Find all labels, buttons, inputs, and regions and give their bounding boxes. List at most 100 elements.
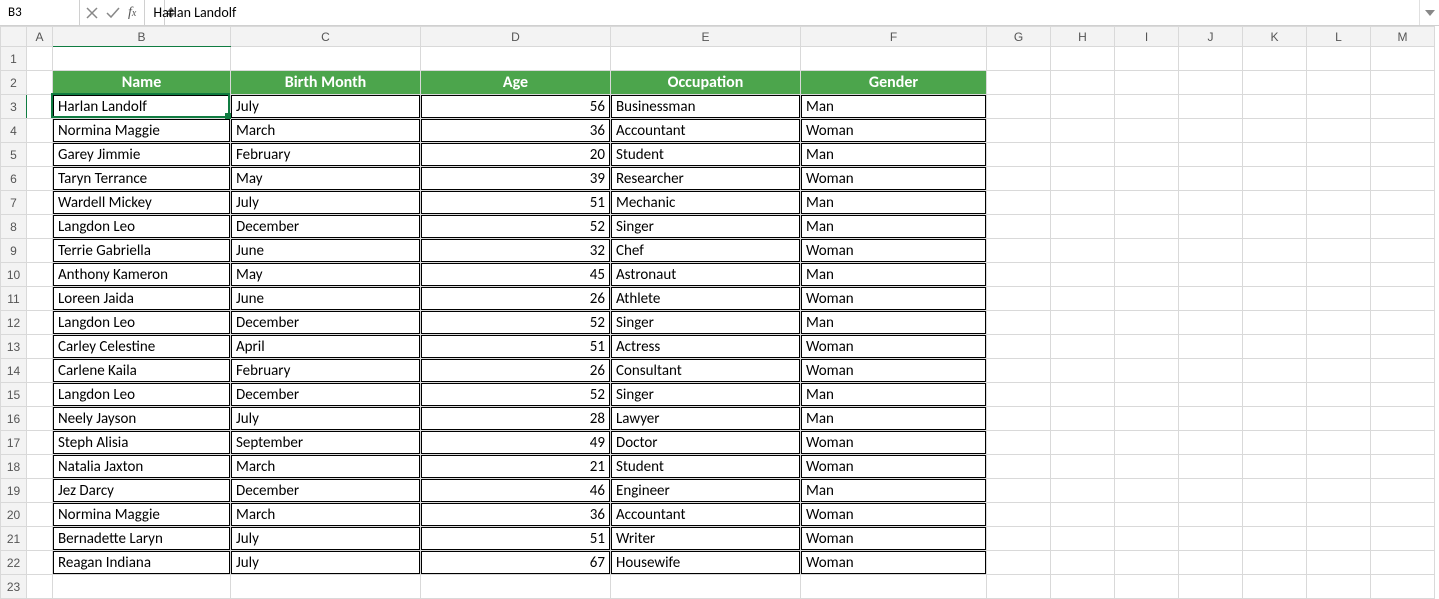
cell-F10[interactable]: Man xyxy=(801,263,987,287)
cell-L18[interactable] xyxy=(1307,455,1371,479)
cell-K17[interactable] xyxy=(1243,431,1307,455)
cell-D9[interactable]: 32 xyxy=(421,239,611,263)
row-header-22[interactable]: 22 xyxy=(1,551,27,575)
cell-M20[interactable] xyxy=(1371,503,1435,527)
cell-H11[interactable] xyxy=(1051,287,1115,311)
cell-H19[interactable] xyxy=(1051,479,1115,503)
cell-D1[interactable] xyxy=(421,47,611,71)
cell-B17[interactable]: Steph Alisia xyxy=(53,431,231,455)
cell-F13[interactable]: Woman xyxy=(801,335,987,359)
cell-C1[interactable] xyxy=(231,47,421,71)
cell-A7[interactable] xyxy=(27,191,53,215)
cell-M17[interactable] xyxy=(1371,431,1435,455)
cell-C6[interactable]: May xyxy=(231,167,421,191)
cell-C12[interactable]: December xyxy=(231,311,421,335)
cell-I14[interactable] xyxy=(1115,359,1179,383)
cell-I11[interactable] xyxy=(1115,287,1179,311)
cell-E3[interactable]: Businessman xyxy=(611,95,801,119)
cell-F16[interactable]: Man xyxy=(801,407,987,431)
cell-B13[interactable]: Carley Celestine xyxy=(53,335,231,359)
cell-F11[interactable]: Woman xyxy=(801,287,987,311)
cell-B14[interactable]: Carlene Kaila xyxy=(53,359,231,383)
cell-D17[interactable]: 49 xyxy=(421,431,611,455)
cell-J14[interactable] xyxy=(1179,359,1243,383)
cell-E23[interactable] xyxy=(611,575,801,599)
row-header-21[interactable]: 21 xyxy=(1,527,27,551)
cell-B5[interactable]: Garey Jimmie xyxy=(53,143,231,167)
cell-A1[interactable] xyxy=(27,47,53,71)
cell-M10[interactable] xyxy=(1371,263,1435,287)
cell-B21[interactable]: Bernadette Laryn xyxy=(53,527,231,551)
row-header-5[interactable]: 5 xyxy=(1,143,27,167)
cell-M15[interactable] xyxy=(1371,383,1435,407)
cell-F12[interactable]: Man xyxy=(801,311,987,335)
row-header-19[interactable]: 19 xyxy=(1,479,27,503)
cell-B23[interactable] xyxy=(53,575,231,599)
cell-C5[interactable]: February xyxy=(231,143,421,167)
cell-J17[interactable] xyxy=(1179,431,1243,455)
cell-L2[interactable] xyxy=(1307,71,1371,95)
cell-I2[interactable] xyxy=(1115,71,1179,95)
cell-I12[interactable] xyxy=(1115,311,1179,335)
cell-A18[interactable] xyxy=(27,455,53,479)
cell-C8[interactable]: December xyxy=(231,215,421,239)
cell-A3[interactable] xyxy=(27,95,53,119)
cell-I10[interactable] xyxy=(1115,263,1179,287)
cell-D15[interactable]: 52 xyxy=(421,383,611,407)
cell-E6[interactable]: Researcher xyxy=(611,167,801,191)
cell-K22[interactable] xyxy=(1243,551,1307,575)
cell-J2[interactable] xyxy=(1179,71,1243,95)
cell-I20[interactable] xyxy=(1115,503,1179,527)
cell-A16[interactable] xyxy=(27,407,53,431)
cell-K4[interactable] xyxy=(1243,119,1307,143)
cell-A13[interactable] xyxy=(27,335,53,359)
col-header-B[interactable]: B xyxy=(53,27,231,47)
col-header-E[interactable]: E xyxy=(611,27,801,47)
formula-input[interactable] xyxy=(145,0,1419,25)
cell-E17[interactable]: Doctor xyxy=(611,431,801,455)
col-header-K[interactable]: K xyxy=(1243,27,1307,47)
cell-M6[interactable] xyxy=(1371,167,1435,191)
cell-F8[interactable]: Man xyxy=(801,215,987,239)
cell-B3[interactable]: Harlan Landolf xyxy=(53,95,231,119)
cell-B1[interactable] xyxy=(53,47,231,71)
cell-G14[interactable] xyxy=(987,359,1051,383)
cell-L22[interactable] xyxy=(1307,551,1371,575)
cell-C11[interactable]: June xyxy=(231,287,421,311)
cell-H3[interactable] xyxy=(1051,95,1115,119)
row-header-1[interactable]: 1 xyxy=(1,47,27,71)
cell-H13[interactable] xyxy=(1051,335,1115,359)
cell-G3[interactable] xyxy=(987,95,1051,119)
cell-G9[interactable] xyxy=(987,239,1051,263)
cell-F18[interactable]: Woman xyxy=(801,455,987,479)
cell-B18[interactable]: Natalia Jaxton xyxy=(53,455,231,479)
cell-J5[interactable] xyxy=(1179,143,1243,167)
cell-A4[interactable] xyxy=(27,119,53,143)
cell-D16[interactable]: 28 xyxy=(421,407,611,431)
cell-L21[interactable] xyxy=(1307,527,1371,551)
cell-L8[interactable] xyxy=(1307,215,1371,239)
cell-K16[interactable] xyxy=(1243,407,1307,431)
cell-M13[interactable] xyxy=(1371,335,1435,359)
cell-M1[interactable] xyxy=(1371,47,1435,71)
cell-A20[interactable] xyxy=(27,503,53,527)
cell-I19[interactable] xyxy=(1115,479,1179,503)
cell-C20[interactable]: March xyxy=(231,503,421,527)
cell-G17[interactable] xyxy=(987,431,1051,455)
cell-I18[interactable] xyxy=(1115,455,1179,479)
cell-I22[interactable] xyxy=(1115,551,1179,575)
cell-K13[interactable] xyxy=(1243,335,1307,359)
cell-G8[interactable] xyxy=(987,215,1051,239)
cell-L13[interactable] xyxy=(1307,335,1371,359)
row-header-3[interactable]: 3 xyxy=(1,95,27,119)
col-header-I[interactable]: I xyxy=(1115,27,1179,47)
cell-H2[interactable] xyxy=(1051,71,1115,95)
cell-F6[interactable]: Woman xyxy=(801,167,987,191)
cell-A17[interactable] xyxy=(27,431,53,455)
cell-K21[interactable] xyxy=(1243,527,1307,551)
cell-F17[interactable]: Woman xyxy=(801,431,987,455)
cell-E13[interactable]: Actress xyxy=(611,335,801,359)
cell-J8[interactable] xyxy=(1179,215,1243,239)
cell-M7[interactable] xyxy=(1371,191,1435,215)
cell-K12[interactable] xyxy=(1243,311,1307,335)
